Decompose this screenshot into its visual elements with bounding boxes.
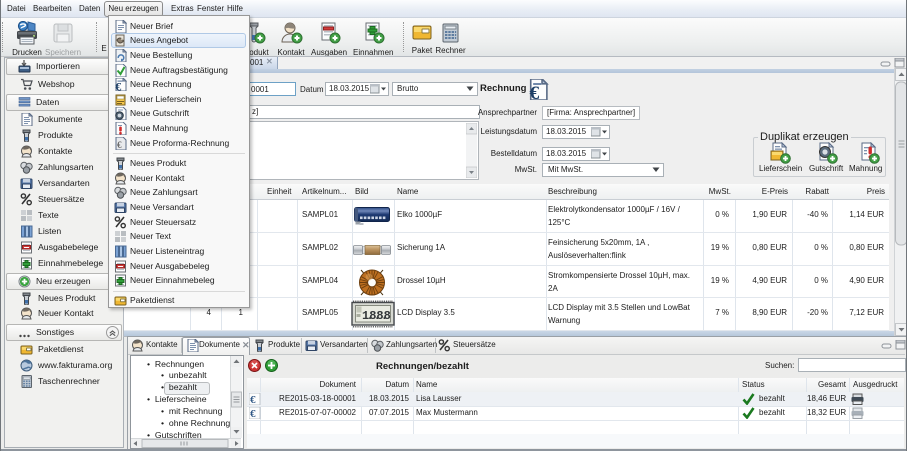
svg-text:1888: 1888 [362, 309, 391, 323]
svg-text:€: € [250, 408, 256, 419]
svg-text:€: € [250, 394, 256, 405]
